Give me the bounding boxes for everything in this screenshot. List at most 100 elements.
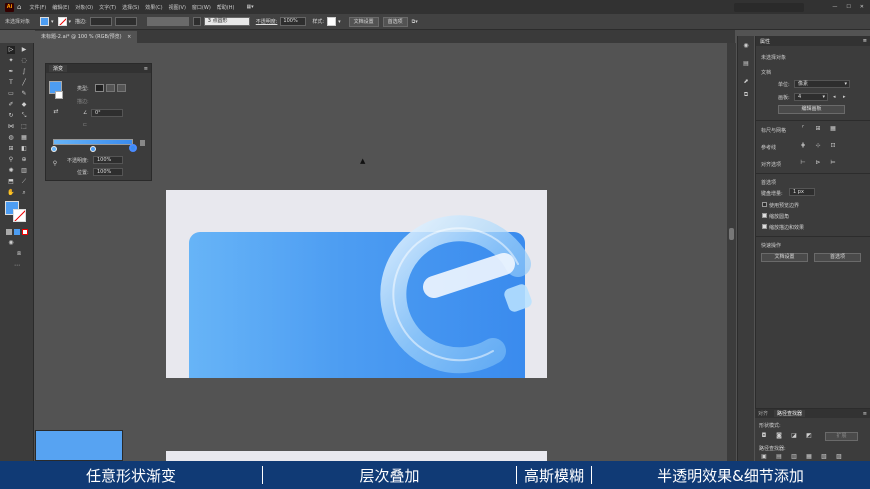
document-tab[interactable]: 未标题-2.ai* @ 100 % (RGB/预览) × <box>35 31 138 43</box>
search-field[interactable] <box>734 2 805 12</box>
shaper-tool-icon[interactable]: ✐ <box>7 101 15 109</box>
slice-tool-icon[interactable]: ⟋ <box>20 178 28 186</box>
arrange-icon[interactable]: ⧉▾ <box>412 19 418 25</box>
maximize-icon[interactable]: ☐ <box>846 4 850 10</box>
opacity-label[interactable]: 不透明度: <box>256 18 278 25</box>
menu-file[interactable]: 文件(F) <box>29 4 46 11</box>
graph-tool-icon[interactable]: ▥ <box>20 167 28 175</box>
none-mode-icon[interactable] <box>22 229 28 235</box>
properties-menu-icon[interactable]: ≡ <box>863 38 867 44</box>
use-preview-bounds-checkbox[interactable] <box>762 202 767 207</box>
brush-preview[interactable] <box>146 17 189 26</box>
menu-window[interactable]: 窗口(W) <box>192 4 211 11</box>
menu-view[interactable]: 视图(V) <box>169 4 186 11</box>
menu-type[interactable]: 文字(T) <box>99 4 116 11</box>
linear-gradient-button[interactable] <box>95 84 104 92</box>
tab-close-icon[interactable]: × <box>127 34 131 40</box>
opacity-field[interactable]: 100% <box>280 17 307 26</box>
minus-back-icon[interactable]: ▨ <box>835 453 843 461</box>
edit-artboards-button[interactable]: 编辑画板 <box>778 105 845 114</box>
style-swatch[interactable] <box>327 17 337 26</box>
color-guide-icon[interactable]: ▤ <box>742 60 750 68</box>
gradient-stop-mid[interactable] <box>90 146 96 152</box>
hand-tool-icon[interactable]: ✋ <box>7 189 15 197</box>
scale-strokes-checkbox[interactable] <box>762 224 767 229</box>
angle-field[interactable]: 0° <box>91 109 123 117</box>
brush-dropdown[interactable] <box>192 17 201 26</box>
snap-pixel-icon[interactable]: ⊳ <box>814 159 822 167</box>
stroke-weight-field[interactable] <box>89 17 112 26</box>
gradient-stop-right[interactable] <box>129 144 137 152</box>
trim-icon[interactable]: ▤ <box>775 453 783 461</box>
rotate-tool-icon[interactable]: ↻ <box>7 112 15 120</box>
show-guides-icon[interactable]: ⋕ <box>799 142 807 150</box>
menu-effect[interactable]: 效果(C) <box>145 4 162 11</box>
brush-definition-field[interactable]: 3 点圆形 <box>203 17 250 26</box>
fill-dropdown-icon[interactable]: ▾ <box>51 19 54 25</box>
style-dropdown-icon[interactable]: ▾ <box>338 19 341 25</box>
delete-stop-icon[interactable] <box>140 140 145 146</box>
scroll-thumb[interactable] <box>729 228 734 240</box>
pathfinder-tab[interactable]: 路径查找器 <box>774 410 806 417</box>
vertical-scrollbar[interactable] <box>727 43 736 461</box>
more-tools-icon[interactable]: ⋯ <box>13 262 21 270</box>
menu-object[interactable]: 对象(O) <box>75 4 93 11</box>
show-grid-icon[interactable]: ⊞ <box>814 125 822 133</box>
crop-icon[interactable]: ▦ <box>805 453 813 461</box>
gradient-panel-header[interactable]: 渐变 ≡ <box>46 64 151 73</box>
freeform-gradient-button[interactable] <box>117 84 126 92</box>
gradient-stroke-preview[interactable] <box>55 91 63 99</box>
next-artboard-icon[interactable]: ▸ <box>843 94 846 100</box>
artboard[interactable] <box>166 190 547 378</box>
free-transform-icon[interactable]: ⬚ <box>20 123 28 131</box>
menu-help[interactable]: 帮助(H) <box>217 4 235 11</box>
paintbrush-icon[interactable]: ✎ <box>20 90 28 98</box>
workspace-icon[interactable]: ▦▾ <box>246 4 253 10</box>
shape-builder-icon[interactable]: ◍ <box>7 134 15 142</box>
home-icon[interactable]: ⌂ <box>17 3 21 11</box>
stroke-color-swatch[interactable] <box>13 209 26 222</box>
show-rulers-icon[interactable]: ⌜ <box>799 125 807 133</box>
align-tab[interactable]: 对齐 <box>758 410 768 417</box>
preferences-button[interactable]: 首选项 <box>382 16 408 27</box>
zoom-tool-icon[interactable]: ⌕ <box>20 189 28 197</box>
perspective-grid-icon[interactable]: ▦ <box>20 134 28 142</box>
eyedropper-icon[interactable]: ⚲ <box>7 156 15 164</box>
menu-edit[interactable]: 编辑(E) <box>52 4 69 11</box>
prev-artboard-icon[interactable]: ◂ <box>833 94 836 100</box>
scale-tool-icon[interactable]: ⤡ <box>20 112 28 120</box>
panel-menu-icon[interactable]: ≡ <box>144 66 148 72</box>
rectangle-tool-icon[interactable]: ▭ <box>7 90 15 98</box>
document-setup-button[interactable]: 文档设置 <box>348 16 379 27</box>
intersect-icon[interactable]: ◪ <box>790 432 798 440</box>
stroke-swatch[interactable] <box>57 17 67 26</box>
stroke-dropdown-icon[interactable]: ▾ <box>69 19 72 25</box>
merge-icon[interactable]: ▥ <box>790 453 798 461</box>
document-setup-button[interactable]: 文档设置 <box>761 253 808 262</box>
gradient-slider[interactable] <box>53 139 133 145</box>
snap-point-icon[interactable]: ⊢ <box>799 159 807 167</box>
pathfinder-menu-icon[interactable]: ≡ <box>863 411 867 417</box>
gradient-tool-icon[interactable]: ◧ <box>20 145 28 153</box>
screen-mode-icon[interactable]: ⧈ <box>15 250 23 258</box>
outline-icon[interactable]: ▧ <box>820 453 828 461</box>
expand-button[interactable]: 扩展 <box>825 432 858 441</box>
properties-tab[interactable]: 属性 <box>760 38 770 45</box>
lock-guides-icon[interactable]: ⊹ <box>814 142 822 150</box>
layers-icon[interactable]: ⧉ <box>742 91 750 99</box>
key-increment-field[interactable]: 1 px <box>789 188 815 196</box>
unit-select[interactable]: 像素 ▾ <box>794 80 850 88</box>
curvature-tool-icon[interactable]: ∫ <box>20 68 28 76</box>
location-field[interactable]: 100% <box>93 168 123 176</box>
line-tool-icon[interactable]: ╱ <box>20 79 28 87</box>
scale-corners-checkbox[interactable] <box>762 213 767 218</box>
selection-tool-icon[interactable]: ▷ <box>7 46 15 54</box>
exclude-icon[interactable]: ◩ <box>805 432 813 440</box>
pen-tool-icon[interactable]: ✒ <box>7 68 15 76</box>
gradient-eyedropper-icon[interactable]: ⚲ <box>51 160 59 168</box>
color-mode-icon[interactable] <box>6 229 12 235</box>
divide-icon[interactable]: ▣ <box>760 453 768 461</box>
transparency-grid-icon[interactable]: ▦ <box>829 125 837 133</box>
opacity-field[interactable]: 100% <box>93 156 123 164</box>
artboard-tool-icon[interactable]: ⬒ <box>7 178 15 186</box>
